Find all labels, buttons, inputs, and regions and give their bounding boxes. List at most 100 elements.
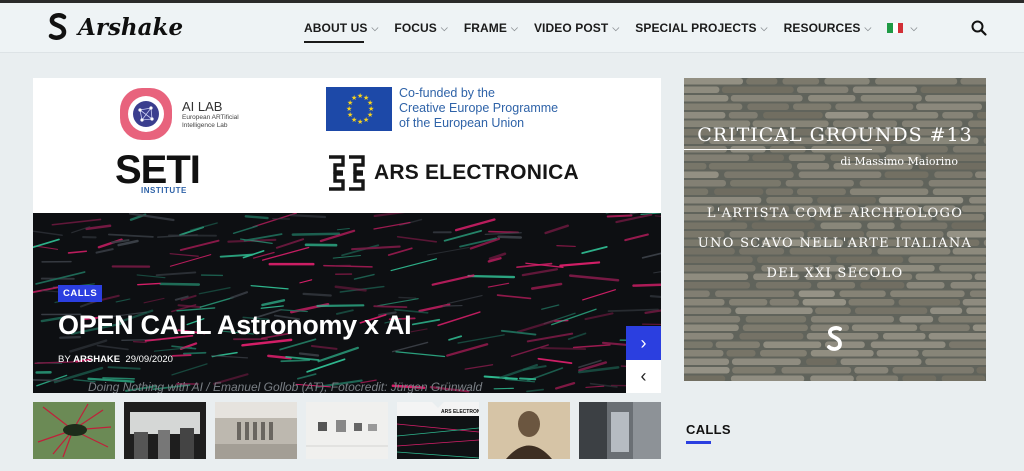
nav-focus[interactable]: FOCUS ⌵ — [394, 3, 447, 53]
artwork-fiber — [395, 351, 446, 358]
artwork-fiber — [649, 295, 661, 299]
thumbnail[interactable] — [124, 402, 206, 459]
artwork-fiber — [606, 214, 633, 218]
artwork-fiber — [107, 233, 154, 238]
artwork-fiber — [159, 282, 201, 286]
nav-about-us[interactable]: ABOUT US ⌵ — [304, 3, 378, 53]
slide-meta: BY ARSHAKE 29/09/2020 — [58, 354, 173, 365]
artwork-fiber — [448, 335, 463, 341]
thumbnail[interactable] — [306, 402, 388, 459]
artwork-fiber — [554, 381, 576, 390]
artwork-fiber — [411, 318, 441, 326]
chevron-down-icon: ⌵ — [511, 22, 518, 33]
chevron-down-icon: ⌵ — [864, 22, 872, 33]
thumbnail[interactable] — [33, 402, 115, 459]
artwork-fiber — [484, 232, 522, 235]
author-name[interactable]: ARSHAKE — [73, 354, 120, 365]
artwork-fiber — [488, 230, 520, 234]
artwork-fiber — [319, 229, 356, 243]
nav-video-post[interactable]: VIDEO POST ⌵ — [534, 3, 619, 53]
artwork-fiber — [182, 351, 207, 355]
artwork-fiber — [210, 355, 249, 359]
artwork-fiber — [51, 218, 102, 226]
artwork-fiber — [398, 296, 417, 299]
thumbnail-active[interactable]: ARS ELECTRONICA — [397, 402, 479, 459]
artwork-fiber — [537, 357, 573, 364]
nav-frame[interactable]: FRAME ⌵ — [464, 3, 518, 53]
ailab-badge-icon — [120, 88, 172, 140]
artwork-fiber — [336, 227, 350, 231]
artwork-fiber — [516, 319, 557, 334]
artwork-fiber — [390, 258, 438, 272]
artwork-fiber — [377, 298, 419, 307]
nav-special-projects[interactable]: SPECIAL PROJECTS ⌵ — [635, 3, 767, 53]
site-logo[interactable]: Arshake — [48, 13, 183, 41]
artwork-fiber — [353, 273, 375, 280]
artwork-fiber — [302, 292, 332, 297]
slide-image[interactable] — [33, 213, 661, 393]
artwork-fiber — [143, 297, 165, 304]
eu-text-line: Creative Europe Programme — [399, 101, 559, 115]
artwork-fiber — [454, 218, 496, 232]
artwork-fiber — [544, 224, 570, 235]
artwork-fiber — [280, 359, 311, 363]
artwork-fiber — [530, 282, 563, 290]
search-icon[interactable] — [970, 19, 988, 37]
artwork-fiber — [289, 213, 327, 219]
artwork-fiber — [67, 250, 88, 254]
artwork-fiber — [310, 344, 338, 350]
featured-slider[interactable]: AI LAB European ARTificial Intelligence … — [33, 78, 661, 393]
eu-flag-icon: ★ ★ ★ ★ ★ ★ ★ ★ ★ ★ ★ ★ — [326, 86, 392, 131]
nav-label: SPECIAL PROJECTS — [635, 21, 757, 35]
seti-wordmark: SETI — [115, 148, 201, 192]
eu-text-line: Co-funded by the — [399, 86, 495, 100]
nav-label: RESOURCES — [783, 21, 861, 35]
ad-heading: CRITICAL GROUNDS #13 — [697, 124, 973, 146]
nav-label: ABOUT US — [304, 21, 368, 35]
author-prefix: BY — [58, 354, 71, 365]
artwork-fiber — [102, 377, 135, 380]
artwork-fiber — [569, 274, 620, 282]
ailab-subtitle: European ARTificial Intelligence Lab — [182, 113, 239, 129]
slider-prev-button[interactable]: ‹ — [626, 360, 661, 393]
artwork-fiber — [155, 271, 197, 277]
slide-artwork — [33, 213, 661, 393]
artwork-fiber — [540, 347, 587, 351]
artwork-fiber — [332, 255, 361, 259]
post-date: 29/09/2020 — [125, 354, 173, 365]
artwork-fiber — [427, 246, 470, 256]
artwork-fiber — [641, 252, 661, 259]
artwork-fiber — [541, 304, 560, 310]
artwork-fiber — [341, 244, 380, 257]
slide-title[interactable]: OPEN CALL Astronomy x AI — [58, 310, 412, 341]
chevron-right-icon: › — [640, 332, 647, 353]
artwork-fiber — [177, 304, 202, 309]
site-name: Arshake — [78, 13, 184, 41]
nav-label: FOCUS — [394, 21, 437, 35]
ars-electronica-logo: ARS ELECTRONICA — [326, 153, 579, 193]
artwork-fiber — [510, 344, 549, 357]
artwork-fiber — [115, 298, 131, 303]
artwork-fiber — [624, 233, 649, 242]
artwork-fiber — [179, 239, 220, 252]
chevron-down-icon: ⌵ — [612, 22, 620, 33]
slider-thumbnails: ARS ELECTRONICA — [33, 402, 670, 459]
critical-grounds-banner[interactable]: CRITICAL GROUNDS #13 di Massimo Maiorino… — [684, 78, 986, 381]
ad-line: L'ARTISTA COME ARCHEOLOGO — [706, 206, 964, 221]
language-selector[interactable]: ⌵ — [887, 3, 917, 53]
category-badge[interactable]: CALLS — [58, 285, 103, 302]
ailab-logo: AI LAB European ARTificial Intelligence … — [118, 86, 262, 142]
artwork-fiber — [387, 247, 413, 256]
slider-next-button[interactable]: › — [626, 326, 661, 360]
thumbnail[interactable] — [579, 402, 661, 459]
thumbnail[interactable] — [215, 402, 297, 459]
artwork-fiber — [306, 358, 346, 373]
thumbnail[interactable] — [488, 402, 570, 459]
artwork-fiber — [199, 296, 234, 308]
artwork-fiber — [260, 305, 284, 309]
artwork-fiber — [556, 245, 576, 247]
nav-resources[interactable]: RESOURCES ⌵ — [784, 3, 872, 53]
thumbnail-image — [124, 402, 206, 459]
svg-text:★: ★ — [357, 118, 363, 126]
artwork-fiber — [521, 268, 559, 277]
